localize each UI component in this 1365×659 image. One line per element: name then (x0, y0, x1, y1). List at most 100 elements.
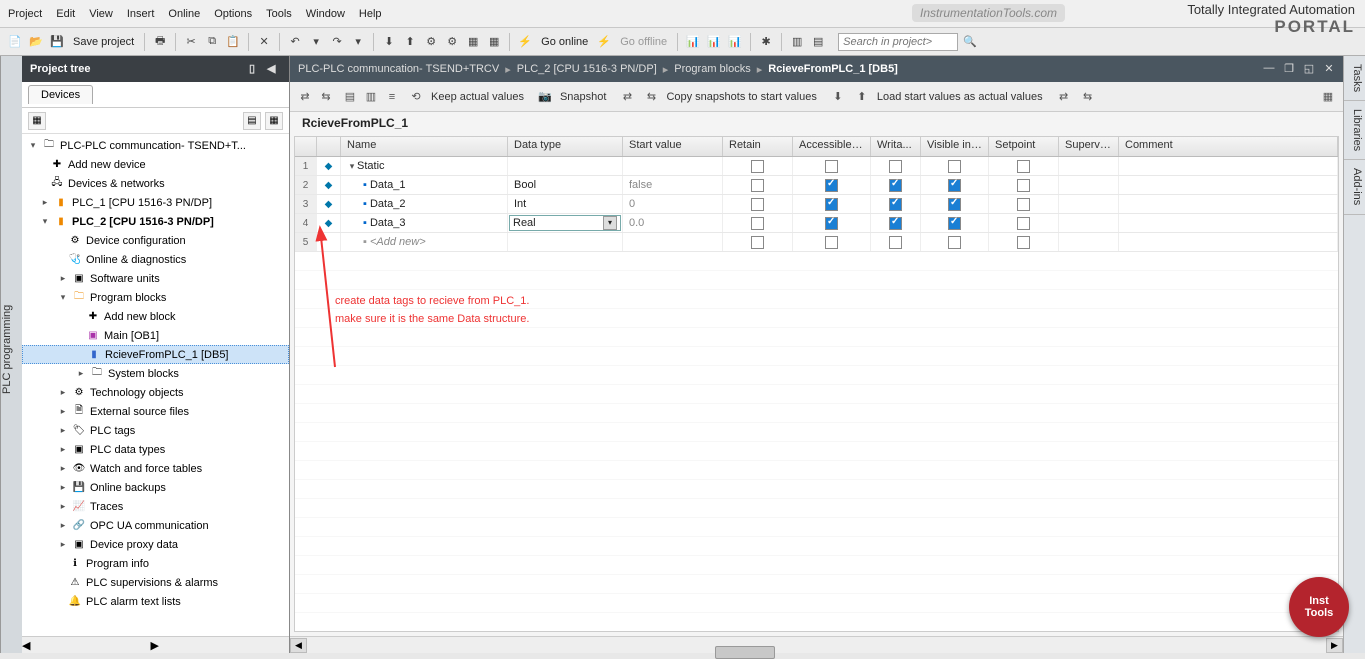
row-data2[interactable]: 3 ◆ ▪ Data_2 Int 0 (295, 195, 1338, 214)
tree-sysblocks[interactable]: ▸🗀System blocks (22, 364, 289, 383)
tree-main[interactable]: ▣Main [OB1] (22, 326, 289, 345)
tree-plcdt[interactable]: ▸▣PLC data types (22, 440, 289, 459)
save-project-button[interactable]: Save project (73, 36, 134, 48)
col-accessible[interactable]: Accessible f... (793, 137, 871, 156)
visible-checkbox[interactable] (948, 198, 961, 211)
row-data1[interactable]: 2 ◆ ▪ Data_1 Bool false (295, 176, 1338, 195)
undo-icon[interactable]: ↶ (286, 33, 304, 51)
retain-checkbox[interactable] (751, 160, 764, 173)
redo-icon[interactable]: ↷ (328, 33, 346, 51)
col-datatype[interactable]: Data type (508, 137, 623, 156)
edtb-icon3[interactable]: ▤ (341, 88, 359, 106)
rtab-addins[interactable]: Add-ins (1344, 160, 1365, 214)
tree-extfiles[interactable]: ▸🗎External source files (22, 402, 289, 421)
tree-add-device[interactable]: ✚Add new device (22, 155, 289, 174)
download-icon[interactable]: ⬇ (380, 33, 398, 51)
col-supervision[interactable]: Supervis... (1059, 137, 1119, 156)
edtb-icon4[interactable]: ▥ (362, 88, 380, 106)
tree-scroll-left-icon[interactable]: ◀ (22, 639, 30, 652)
tree-scroll-right-icon[interactable]: ▶ (150, 639, 158, 652)
cross-ref-icon[interactable]: ✱ (757, 33, 775, 51)
tree-plc2[interactable]: ▾▮PLC_2 [CPU 1516-3 PN/DP] (22, 212, 289, 231)
datatype-dropdown-icon[interactable]: ▾ (603, 216, 617, 230)
setpoint-checkbox[interactable] (1017, 179, 1030, 192)
tree-onldiag[interactable]: 🩺Online & diagnostics (22, 250, 289, 269)
col-visible[interactable]: Visible in ... (921, 137, 989, 156)
row-data3[interactable]: 4 ◆ ▪ Data_3 Real▾ 0.0 (295, 214, 1338, 233)
retain-checkbox[interactable] (751, 217, 764, 230)
writable-checkbox[interactable] (889, 160, 902, 173)
delete-icon[interactable]: ✕ (255, 33, 273, 51)
row-addnew[interactable]: 5 ▪ <Add new> (295, 233, 1338, 252)
tree-hscroll[interactable]: ◀ ▶ (22, 636, 289, 653)
devices-tab[interactable]: Devices (28, 85, 93, 104)
rtab-tasks[interactable]: Tasks (1344, 56, 1365, 101)
left-rail-tab[interactable]: PLC programming (0, 56, 22, 653)
menu-view[interactable]: View (89, 8, 113, 20)
menu-help[interactable]: Help (359, 8, 382, 20)
sim2-icon[interactable]: ▦ (485, 33, 503, 51)
writable-checkbox[interactable] (889, 217, 902, 230)
visible-checkbox[interactable] (948, 236, 961, 249)
visible-checkbox[interactable] (948, 179, 961, 192)
copy-snap-icon1[interactable]: ⇄ (618, 88, 636, 106)
load-icon4[interactable]: ⇆ (1079, 88, 1097, 106)
accessible-checkbox[interactable] (825, 179, 838, 192)
writable-checkbox[interactable] (889, 236, 902, 249)
pt-collapse-icon[interactable]: ◀ (267, 62, 281, 76)
print-icon[interactable]: 🖶 (151, 33, 169, 51)
writable-checkbox[interactable] (889, 179, 902, 192)
edtb-settings-icon[interactable]: ▦ (1319, 88, 1337, 106)
split1-icon[interactable]: ▥ (788, 33, 806, 51)
window-min-icon[interactable]: — (1261, 62, 1277, 76)
search-input[interactable] (838, 33, 958, 51)
col-setpoint[interactable]: Setpoint (989, 137, 1059, 156)
load-icon3[interactable]: ⇄ (1055, 88, 1073, 106)
new-project-icon[interactable]: 📄 (6, 33, 24, 51)
visible-checkbox[interactable] (948, 160, 961, 173)
window-max-icon[interactable]: ◱ (1301, 62, 1317, 76)
tree-opcua[interactable]: ▸🔗OPC UA communication (22, 516, 289, 535)
rtab-libraries[interactable]: Libraries (1344, 101, 1365, 160)
tree-plctags[interactable]: ▸🏷PLC tags (22, 421, 289, 440)
tree-root[interactable]: ▾🗀PLC-PLC communcation- TSEND+T... (22, 136, 289, 155)
tree-proginfo[interactable]: ℹProgram info (22, 554, 289, 573)
load-start-button[interactable]: Load start values as actual values (877, 91, 1043, 103)
tree-plc1[interactable]: ▸▮PLC_1 [CPU 1516-3 PN/DP] (22, 193, 289, 212)
tree-rcv-db[interactable]: ▮RcieveFromPLC_1 [DB5] (22, 345, 289, 364)
undo-dd-icon[interactable]: ▾ (307, 33, 325, 51)
visible-checkbox[interactable] (948, 217, 961, 230)
col-comment[interactable]: Comment (1119, 137, 1338, 156)
menu-tools[interactable]: Tools (266, 8, 292, 20)
col-writable[interactable]: Writa... (871, 137, 921, 156)
load-icon2[interactable]: ⬆ (853, 88, 871, 106)
menu-edit[interactable]: Edit (56, 8, 75, 20)
bc-project[interactable]: PLC-PLC communcation- TSEND+TRCV (298, 63, 499, 75)
setpoint-checkbox[interactable] (1017, 236, 1030, 249)
pt-view2-icon[interactable]: ▦ (265, 112, 283, 130)
pt-pin-icon[interactable]: ▯ (249, 62, 263, 76)
gooffline-icon[interactable]: ⚡ (595, 33, 613, 51)
accessible-checkbox[interactable] (825, 217, 838, 230)
tree-backups[interactable]: ▸💾Online backups (22, 478, 289, 497)
monitor2-icon[interactable]: 📊 (705, 33, 723, 51)
tree-devcfg[interactable]: ⚙Device configuration (22, 231, 289, 250)
pt-network-view-icon[interactable]: ▦ (28, 112, 46, 130)
goonline-icon[interactable]: ⚡ (516, 33, 534, 51)
editor-hscroll[interactable]: ◀ ▶ (290, 636, 1343, 653)
bc-block[interactable]: RcieveFromPLC_1 [DB5] (768, 63, 898, 75)
accessible-checkbox[interactable] (825, 198, 838, 211)
scroll-right-icon[interactable]: ▶ (1326, 638, 1343, 653)
tree-watch[interactable]: ▸👁Watch and force tables (22, 459, 289, 478)
pt-view1-icon[interactable]: ▤ (243, 112, 261, 130)
setpoint-checkbox[interactable] (1017, 217, 1030, 230)
goonline-button[interactable]: Go online (541, 36, 588, 48)
tree-techobj[interactable]: ▸⚙Technology objects (22, 383, 289, 402)
bc-plc[interactable]: PLC_2 [CPU 1516-3 PN/DP] (517, 63, 657, 75)
monitor1-icon[interactable]: 📊 (684, 33, 702, 51)
datatype-input[interactable]: Real▾ (509, 215, 621, 231)
tree-dev-net[interactable]: 🖧Devices & networks (22, 174, 289, 193)
compile-icon[interactable]: ⚙ (422, 33, 440, 51)
row-static[interactable]: 1 ◆ ▾Static (295, 157, 1338, 176)
snapshot-icon[interactable]: 📷 (536, 88, 554, 106)
